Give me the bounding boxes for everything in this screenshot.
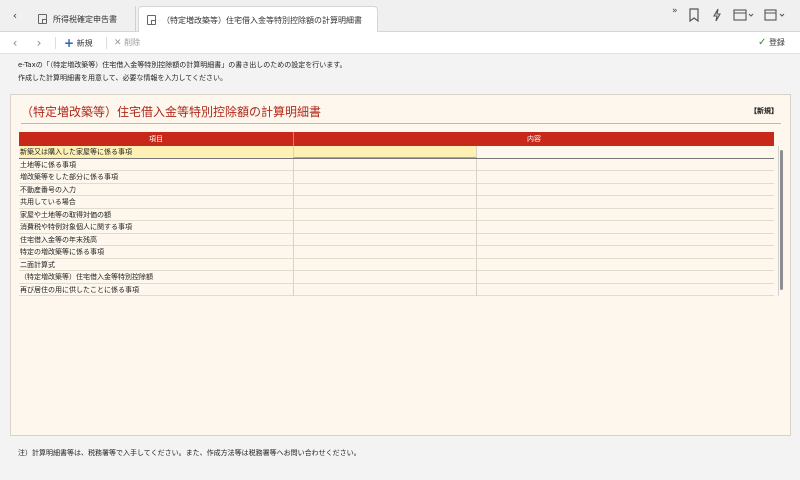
table-row[interactable]: 家屋や土地等の取得対価の額: [19, 208, 774, 221]
toolbar: ‹ › + 新規 ✕ 削除 ✓ 登録: [0, 32, 800, 54]
table-row[interactable]: 再び居住の用に供したことに係る事項: [19, 283, 774, 296]
page-title: （特定増改築等）住宅借入金等特別控除額の計算明細書: [21, 105, 322, 119]
intro-text-line1: e-Taxの「（特定増改築等）住宅借入金等特別控除額の計算明細書」の書き出しのた…: [18, 61, 347, 69]
table-row[interactable]: 共用している場合: [19, 196, 774, 209]
nav-back-icon[interactable]: ‹: [8, 35, 22, 51]
table-row[interactable]: 消費税や特例対象個人に関する事項: [19, 221, 774, 234]
item-table: 新築又は購入した家屋等に係る事項 土地等に係る事項 増改築等をした部分に係る事項…: [19, 146, 774, 296]
row-label: 再び居住の用に供したことに係る事項: [20, 285, 139, 294]
document-icon: [38, 14, 47, 24]
table-row[interactable]: 新築又は購入した家屋等に係る事項: [19, 146, 774, 159]
tab-label: （特定増改築等）住宅借入金等特別控除額の計算明細書: [162, 15, 362, 25]
window-layout-icon[interactable]: [733, 8, 755, 24]
table-row[interactable]: （特定増改築等）住宅借入金等特別控除額: [19, 271, 774, 284]
row-label: 消費税や特例対象個人に関する事項: [20, 223, 132, 231]
table-header: 項目 内容: [19, 132, 774, 146]
chevrons-right-icon[interactable]: »: [672, 3, 678, 19]
back-icon[interactable]: ‹: [8, 9, 22, 23]
row-label: 新築又は購入した家屋等に係る事項: [19, 146, 293, 158]
row-content-cell[interactable]: [293, 221, 477, 233]
row-content-cell[interactable]: [293, 258, 477, 271]
nav-forward-icon[interactable]: ›: [32, 35, 46, 51]
tab-income-tax-return[interactable]: 所得税確定申告書: [30, 6, 136, 32]
table-row[interactable]: 特定の増改築等に係る事項: [19, 246, 774, 259]
row-label: 二面計算式: [20, 260, 55, 269]
document-icon: [147, 15, 156, 25]
calendar-icon[interactable]: [764, 8, 788, 24]
row-content-cell[interactable]: [293, 171, 477, 183]
new-button-label: 新規: [76, 39, 93, 48]
row-content-cell[interactable]: [293, 158, 477, 171]
toolbar-divider: [55, 37, 56, 49]
row-label: 共用している場合: [20, 198, 76, 206]
row-content-cell[interactable]: [293, 146, 477, 158]
row-label: 不動産番号の入力: [20, 185, 76, 194]
row-label: 住宅借入金等の年末残高: [20, 235, 97, 244]
row-content-cell[interactable]: [293, 283, 477, 296]
row-label: 家屋や土地等の取得対価の額: [20, 210, 111, 219]
row-content-cell[interactable]: [293, 208, 477, 221]
delete-button-label: 削除: [124, 38, 141, 47]
tab-label: 所得税確定申告書: [53, 14, 117, 24]
table-row[interactable]: 二面計算式: [19, 258, 774, 271]
row-content-cell[interactable]: [293, 183, 477, 196]
row-label: （特定増改築等）住宅借入金等特別控除額: [20, 273, 153, 281]
row-content-cell[interactable]: [293, 233, 477, 246]
row-content-cell[interactable]: [293, 271, 477, 283]
intro-text-line2: 作成した計算明細書を用意して、必要な情報を入力してください。: [18, 74, 228, 82]
register-button-label: 登録: [768, 38, 785, 47]
register-button[interactable]: ✓ 登録: [758, 35, 785, 51]
statement-panel: （特定増改築等）住宅借入金等特別控除額の計算明細書 【新規】 項目 内容 新築又…: [10, 94, 791, 436]
row-content-cell[interactable]: [293, 246, 477, 258]
x-icon: ✕: [114, 38, 122, 48]
main-content: e-Taxの「（特定増改築等）住宅借入金等特別控除額の計算明細書」の書き出しのた…: [0, 54, 800, 480]
title-divider: [21, 123, 781, 124]
column-header-content: 内容: [293, 132, 774, 146]
bookmark-icon[interactable]: [688, 8, 700, 24]
row-label: 特定の増改築等に係る事項: [20, 248, 104, 256]
new-button[interactable]: + 新規: [64, 35, 93, 51]
checkmark-icon: ✓: [758, 37, 767, 48]
footnote: 注）計算明細書等は、税務署等で入手してください。また、作成方法等は税務署等へお問…: [18, 449, 361, 457]
lightning-icon[interactable]: [712, 8, 722, 24]
delete-button[interactable]: ✕ 削除: [114, 35, 140, 51]
tab-bar: ‹ 所得税確定申告書 （特定増改築等）住宅借入金等特別控除額の計算明細書 »: [0, 0, 800, 33]
table-row[interactable]: 不動産番号の入力: [19, 183, 774, 196]
table-row[interactable]: 増改築等をした部分に係る事項: [19, 171, 774, 184]
toolbar-divider: [106, 37, 107, 49]
table-row[interactable]: 住宅借入金等の年末残高: [19, 233, 774, 246]
row-label: 土地等に係る事項: [20, 160, 76, 169]
plus-icon: +: [64, 36, 75, 50]
row-label: 増改築等をした部分に係る事項: [20, 173, 118, 181]
vertical-scrollbar[interactable]: [778, 146, 784, 296]
row-content-cell[interactable]: [293, 196, 477, 208]
column-header-item: 項目: [149, 135, 163, 143]
table-row[interactable]: 土地等に係る事項: [19, 158, 774, 171]
tab-housing-loan-statement[interactable]: （特定増改築等）住宅借入金等特別控除額の計算明細書: [138, 6, 378, 33]
status-badge: 【新規】: [750, 107, 778, 115]
scrollbar-thumb[interactable]: [780, 150, 783, 290]
